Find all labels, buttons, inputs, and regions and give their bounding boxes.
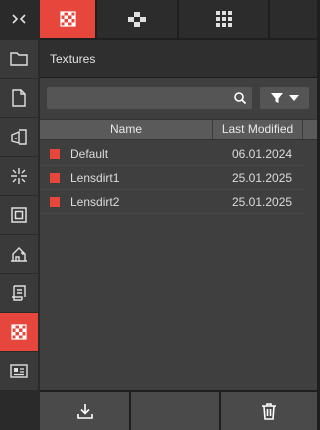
sidebar-item-document[interactable]	[0, 79, 38, 117]
texture-panel: Name Last Modified Default 06.01.2024 Le…	[40, 78, 317, 390]
table-row[interactable]: Lensdirt1 25.01.2025	[40, 166, 303, 190]
empty-toolbar-slot	[131, 392, 219, 430]
sidebar-item-exit[interactable]	[0, 118, 38, 156]
delete-button[interactable]	[221, 392, 317, 430]
light-burst-icon	[11, 168, 27, 184]
tab-textures[interactable]	[40, 0, 95, 38]
filter-icon	[270, 93, 283, 103]
sidebar-item-frame[interactable]	[0, 196, 38, 234]
sidebar-item-environment[interactable]	[0, 235, 38, 273]
chevron-down-icon	[288, 95, 299, 101]
sidebar-item-lights[interactable]	[0, 157, 38, 195]
node-graph-icon	[128, 12, 146, 27]
texture-color-swatch	[50, 197, 60, 207]
folder-icon	[10, 52, 28, 66]
script-icon	[12, 285, 26, 301]
texture-list: Default 06.01.2024 Lensdirt1 25.01.2025 …	[40, 142, 303, 214]
row-date: 25.01.2025	[232, 195, 293, 209]
sidebar-item-textures[interactable]	[0, 313, 38, 351]
row-name: Lensdirt1	[70, 171, 120, 185]
column-header-name[interactable]: Name	[40, 120, 212, 139]
collapse-button[interactable]	[0, 0, 38, 38]
table-row[interactable]: Lensdirt2 25.01.2025	[40, 190, 303, 214]
sidebar	[0, 0, 40, 430]
frame-icon	[11, 207, 27, 223]
bottom-toolbar	[40, 390, 317, 430]
import-button[interactable]	[40, 392, 129, 430]
sidebar-item-folder[interactable]	[0, 40, 38, 78]
document-icon	[12, 89, 26, 107]
search-input[interactable]	[47, 87, 252, 109]
column-header-last-modified[interactable]: Last Modified	[213, 120, 302, 139]
door-exit-icon	[11, 129, 27, 145]
grid-icon	[215, 11, 232, 27]
panel-header: Textures	[40, 40, 317, 78]
collapse-icon	[12, 14, 26, 24]
tab-grid[interactable]	[179, 0, 268, 38]
scrollbar[interactable]	[303, 140, 317, 390]
search-icon[interactable]	[232, 90, 248, 106]
row-name: Lensdirt2	[70, 195, 120, 209]
house-landscape-icon	[11, 247, 27, 262]
filter-dropdown[interactable]	[260, 87, 309, 109]
import-icon	[76, 404, 93, 419]
tab-bar-filler	[270, 0, 317, 38]
sidebar-item-id-card[interactable]	[0, 352, 38, 390]
tab-nodes[interactable]	[97, 0, 177, 38]
texture-color-swatch	[50, 149, 60, 159]
trash-icon	[262, 403, 276, 420]
texture-color-swatch	[50, 173, 60, 183]
checker-texture-icon	[11, 324, 27, 340]
row-date: 25.01.2025	[232, 171, 293, 185]
panel-title: Textures	[50, 52, 96, 66]
sidebar-item-script[interactable]	[0, 274, 38, 312]
table-header: Name Last Modified	[40, 119, 317, 140]
id-card-icon	[10, 364, 28, 378]
row-date: 06.01.2024	[232, 147, 293, 161]
row-name: Default	[70, 147, 109, 161]
tab-bar	[40, 0, 317, 40]
table-row[interactable]: Default 06.01.2024	[40, 142, 303, 166]
column-divider[interactable]	[302, 120, 303, 139]
checker-texture-icon	[59, 11, 76, 27]
